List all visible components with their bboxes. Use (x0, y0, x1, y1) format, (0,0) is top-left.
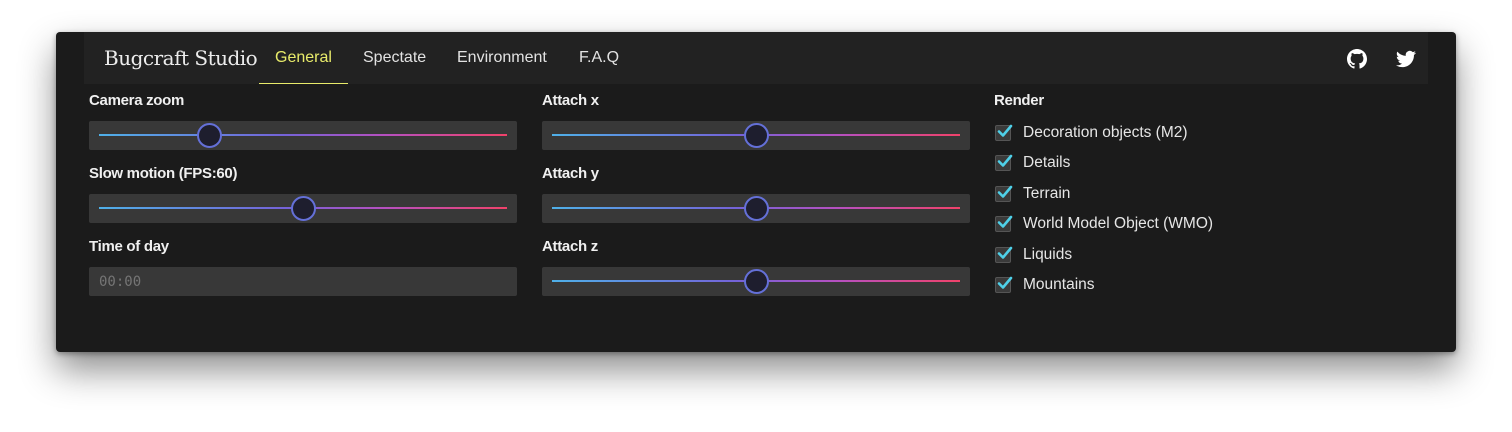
checkbox-label: Liquids (1023, 246, 1073, 263)
checkmark-icon (997, 185, 1013, 198)
navbar: Bugcraft Studio General Spectate Environ… (84, 32, 1428, 84)
slider-thumb[interactable] (196, 123, 222, 148)
slow-motion-slider[interactable] (89, 194, 517, 223)
checkmark-icon (997, 215, 1013, 228)
slow-motion-label: Slow motion (FPS:60) (89, 165, 238, 182)
tab-spectate[interactable]: Spectate (363, 32, 426, 84)
attach-z-slider[interactable] (542, 267, 970, 296)
render-option-details[interactable]: Details (994, 152, 1070, 174)
checkbox[interactable] (995, 276, 1013, 293)
slider-thumb[interactable] (743, 196, 769, 221)
checkbox[interactable] (995, 185, 1013, 202)
checkbox[interactable] (995, 124, 1013, 141)
checkbox[interactable] (995, 215, 1013, 232)
slider-track (99, 134, 507, 136)
render-option-liquids[interactable]: Liquids (994, 244, 1072, 266)
render-option-terrain[interactable]: Terrain (994, 183, 1070, 205)
checkbox-label: Details (1023, 154, 1071, 171)
tab-general[interactable]: General (259, 32, 348, 84)
checkmark-icon (997, 154, 1013, 167)
brand-title[interactable]: Bugcraft Studio (104, 46, 258, 70)
checkbox-label: World Model Object (WMO) (1023, 215, 1214, 232)
tab-environment[interactable]: Environment (457, 32, 547, 84)
camera-zoom-label: Camera zoom (89, 92, 185, 109)
camera-zoom-slider[interactable] (89, 121, 517, 150)
attach-y-slider[interactable] (542, 194, 970, 223)
checkmark-icon (997, 276, 1013, 289)
time-of-day-input[interactable] (89, 267, 517, 296)
twitter-icon[interactable] (1396, 49, 1416, 69)
render-option-mountains[interactable]: Mountains (994, 274, 1095, 296)
attach-x-label: Attach x (542, 92, 599, 109)
checkbox-label: Decoration objects (M2) (1023, 124, 1188, 141)
checkbox[interactable] (995, 246, 1013, 263)
render-title: Render (994, 92, 1044, 109)
checkmark-icon (997, 124, 1013, 137)
slider-thumb[interactable] (290, 196, 316, 221)
tab-faq[interactable]: F.A.Q (579, 32, 619, 84)
github-icon[interactable] (1347, 49, 1367, 69)
time-of-day-label: Time of day (89, 238, 169, 255)
checkbox-label: Mountains (1023, 276, 1095, 293)
attach-y-label: Attach y (542, 165, 599, 182)
checkbox-label: Terrain (1023, 185, 1071, 202)
slider-thumb[interactable] (743, 269, 769, 294)
attach-z-label: Attach z (542, 238, 598, 255)
checkbox[interactable] (995, 154, 1013, 171)
settings-panel: Bugcraft Studio General Spectate Environ… (56, 32, 1456, 352)
checkmark-icon (997, 246, 1013, 259)
render-option-decoration[interactable]: Decoration objects (M2) (994, 122, 1188, 144)
slider-thumb[interactable] (743, 123, 769, 148)
attach-x-slider[interactable] (542, 121, 970, 150)
render-option-wmo[interactable]: World Model Object (WMO) (994, 213, 1213, 235)
